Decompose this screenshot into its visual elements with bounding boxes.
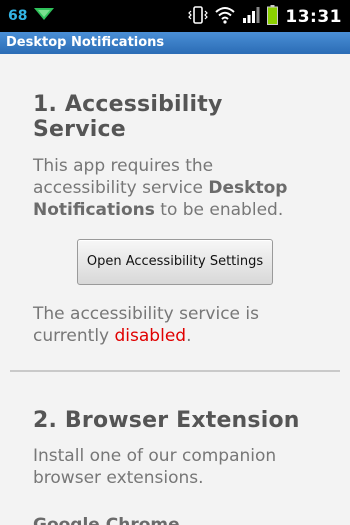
browser-extension-section: 2. Browser Extension Install one of our … xyxy=(0,372,350,525)
status-bar-right: 13:31 xyxy=(188,5,342,29)
battery-icon xyxy=(267,5,279,29)
signal-icon xyxy=(242,6,260,28)
accessibility-status: The accessibility service is currently d… xyxy=(33,303,317,347)
google-chrome-heading: Google Chrome xyxy=(33,515,180,525)
section-title-browser-extension: 2. Browser Extension xyxy=(33,408,300,433)
accessibility-description-pre: This app requires the accessibility serv… xyxy=(33,156,214,198)
status-bar-left: 68 xyxy=(8,6,55,26)
app-title-bar: Desktop Notifications xyxy=(0,32,350,54)
app-title: Desktop Notifications xyxy=(6,35,165,50)
vibrate-icon xyxy=(188,5,209,29)
open-accessibility-settings-button[interactable]: Open Accessibility Settings xyxy=(76,239,274,285)
status-value: disabled xyxy=(114,326,187,346)
accessibility-description: This app requires the accessibility serv… xyxy=(33,155,317,221)
accessibility-status-post: . xyxy=(186,326,192,346)
accessibility-section: 1. Accessibility Service This app requir… xyxy=(0,54,350,347)
notification-count: 68 xyxy=(8,8,28,24)
wifi-icon xyxy=(215,6,236,28)
section-title-accessibility: 1. Accessibility Service xyxy=(33,92,223,142)
clock: 13:31 xyxy=(285,7,342,27)
notification-arrow-icon xyxy=(33,6,55,26)
main-content[interactable]: 1. Accessibility Service This app requir… xyxy=(0,54,350,525)
button-row: Open Accessibility Settings xyxy=(33,239,317,285)
status-bar: 68 13:31 xyxy=(0,0,350,32)
accessibility-description-post: to be enabled. xyxy=(154,200,284,220)
browser-extension-description: Install one of our companion browser ext… xyxy=(33,446,277,488)
